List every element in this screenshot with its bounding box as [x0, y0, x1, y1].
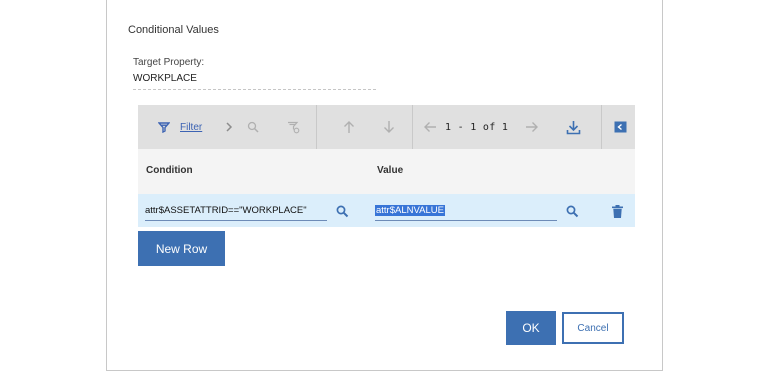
pagination-text: 1 - 1 of 1 — [445, 121, 509, 133]
value-lookup-search-icon[interactable] — [564, 203, 580, 219]
toolbar-divider — [412, 105, 413, 149]
toolbar-divider — [601, 105, 602, 149]
condition-input[interactable]: attr$ASSETATTRID=="WORKPLACE" — [145, 203, 327, 221]
search-icon[interactable] — [245, 105, 261, 149]
toolbar-divider — [316, 105, 317, 149]
chevron-right-icon[interactable] — [222, 105, 236, 149]
target-property-value: WORKPLACE — [133, 73, 197, 84]
collapse-table-icon[interactable] — [612, 105, 628, 149]
value-input[interactable]: attr$ALNVALUE — [375, 203, 557, 221]
conditional-values-dialog: Conditional Values Target Property: WORK… — [106, 0, 663, 371]
table-toolbar: Filter 1 - 1 of 1 — [138, 105, 635, 149]
target-property-divider — [133, 89, 376, 90]
table-row[interactable]: attr$ASSETATTRID=="WORKPLACE" attr$ALNVA… — [138, 194, 635, 227]
condition-lookup-search-icon[interactable] — [334, 203, 350, 219]
target-property-label: Target Property: — [133, 57, 205, 68]
arrow-up-icon[interactable] — [341, 105, 357, 149]
dialog-title: Conditional Values — [128, 24, 219, 36]
arrow-right-icon[interactable] — [524, 105, 540, 149]
delete-row-trash-icon[interactable] — [609, 203, 625, 219]
filter-icon[interactable] — [156, 105, 172, 149]
column-header-value[interactable]: Value — [377, 165, 403, 176]
column-header-condition[interactable]: Condition — [146, 165, 193, 176]
value-input-text: attr$ALNVALUE — [375, 205, 445, 216]
arrow-left-icon[interactable] — [422, 105, 438, 149]
clear-filter-icon[interactable] — [285, 105, 301, 149]
cancel-button[interactable]: Cancel — [562, 312, 624, 344]
filter-link[interactable]: Filter — [180, 122, 202, 133]
new-row-button[interactable]: New Row — [138, 231, 225, 266]
download-icon[interactable] — [564, 105, 582, 149]
arrow-down-icon[interactable] — [381, 105, 397, 149]
table-header: Condition Value — [138, 149, 635, 195]
ok-button[interactable]: OK — [506, 311, 556, 345]
